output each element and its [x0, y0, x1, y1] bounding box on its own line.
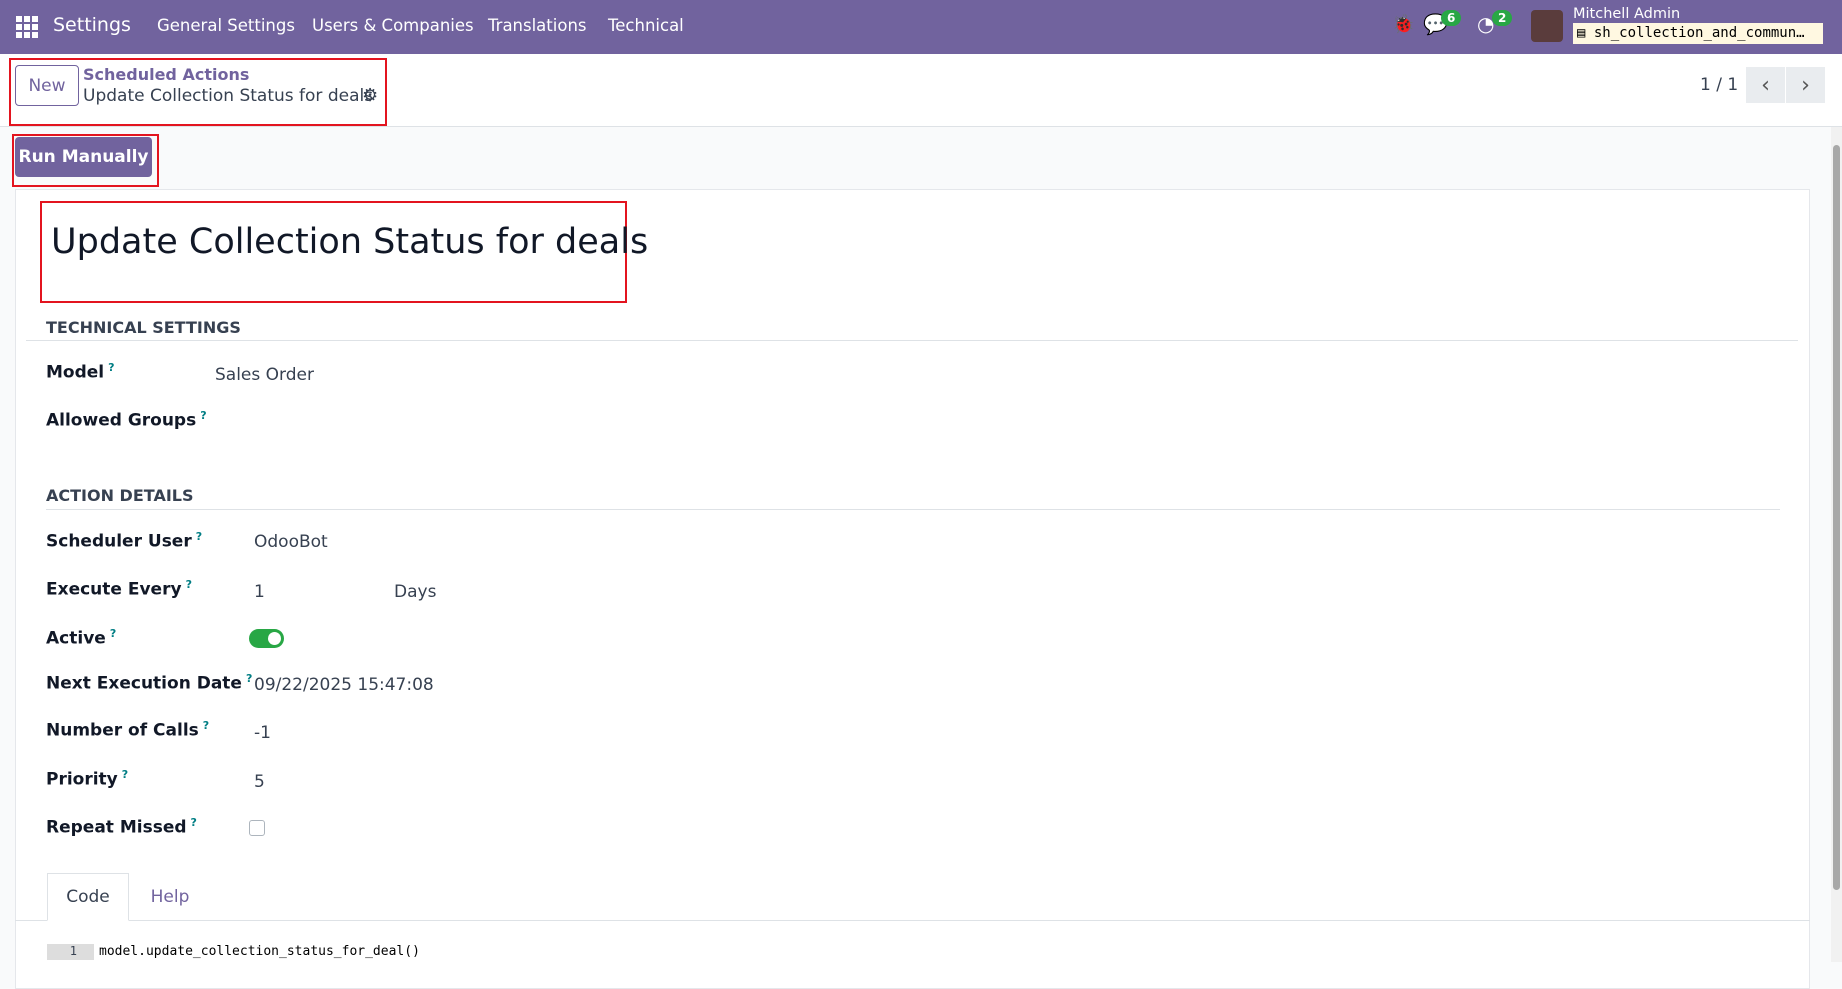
breadcrumb-scheduled-actions[interactable]: Scheduled Actions [83, 65, 249, 84]
repeat-missed-label: Repeat Missed? [46, 816, 197, 838]
technical-settings-header: TECHNICAL SETTINGS [46, 318, 241, 337]
number-of-calls-label: Number of Calls? [46, 719, 210, 741]
database-name: ▤ sh_collection_and_commun… [1573, 23, 1823, 44]
debug-bug-icon[interactable]: 🐞 [1392, 14, 1414, 35]
form-sheet [15, 189, 1810, 989]
next-execution-value[interactable]: 09/22/2025 15:47:08 [254, 675, 434, 695]
pager-value[interactable]: 1 / 1 [1700, 75, 1738, 95]
menu-general-settings[interactable]: General Settings [157, 16, 295, 35]
allowed-groups-label: Allowed Groups? [46, 409, 207, 431]
top-navbar: Settings General Settings Users & Compan… [0, 0, 1842, 54]
code-line-number: 1 [47, 944, 94, 960]
new-button[interactable]: New [15, 65, 79, 106]
menu-users-companies[interactable]: Users & Companies [312, 16, 474, 35]
user-avatar[interactable] [1531, 10, 1563, 42]
number-of-calls-value[interactable]: -1 [254, 723, 271, 743]
model-label: Model? [46, 361, 115, 383]
database-icon: ▤ [1577, 25, 1586, 41]
divider [46, 509, 1780, 510]
app-name[interactable]: Settings [53, 14, 131, 36]
record-title[interactable]: Update Collection Status for deals [51, 222, 648, 262]
interval-type-select[interactable]: Days [394, 582, 436, 602]
tabs-divider [15, 920, 1810, 921]
gear-icon[interactable]: ⚙ [362, 85, 378, 106]
repeat-missed-checkbox[interactable] [249, 820, 265, 836]
execute-every-label: Execute Every? [46, 578, 192, 600]
pager-next-button[interactable]: › [1786, 67, 1825, 103]
user-name[interactable]: Mitchell Admin [1573, 6, 1680, 22]
chevron-right-icon: › [1801, 72, 1810, 98]
divider [26, 340, 1798, 341]
menu-translations[interactable]: Translations [488, 16, 587, 35]
chevron-left-icon: ‹ [1761, 72, 1770, 98]
database-label: sh_collection_and_commun… [1593, 25, 1805, 41]
tab-code[interactable]: Code [47, 873, 129, 921]
breadcrumb-current: Update Collection Status for deals [83, 86, 374, 106]
priority-label: Priority? [46, 768, 129, 790]
next-execution-label: Next Execution Date? [46, 672, 253, 694]
priority-value[interactable]: 5 [254, 772, 265, 792]
menu-technical[interactable]: Technical [608, 16, 684, 35]
scheduler-user-label: Scheduler User? [46, 530, 203, 552]
interval-number-input[interactable]: 1 [254, 582, 265, 602]
pager-previous-button[interactable]: ‹ [1746, 67, 1785, 103]
tab-help[interactable]: Help [140, 873, 200, 921]
scheduler-user-value[interactable]: OdooBot [254, 532, 328, 552]
code-editor-line[interactable]: model.update_collection_status_for_deal(… [99, 944, 420, 959]
run-manually-button[interactable]: Run Manually [15, 137, 152, 177]
active-toggle[interactable] [249, 629, 284, 648]
scrollbar-thumb[interactable] [1833, 145, 1840, 890]
active-label: Active? [46, 627, 117, 649]
model-value[interactable]: Sales Order [215, 365, 314, 385]
apps-menu-icon[interactable] [16, 16, 38, 38]
activities-badge: 2 [1492, 10, 1513, 26]
action-details-header: ACTION DETAILS [46, 486, 194, 505]
messages-badge: 6 [1441, 10, 1462, 26]
